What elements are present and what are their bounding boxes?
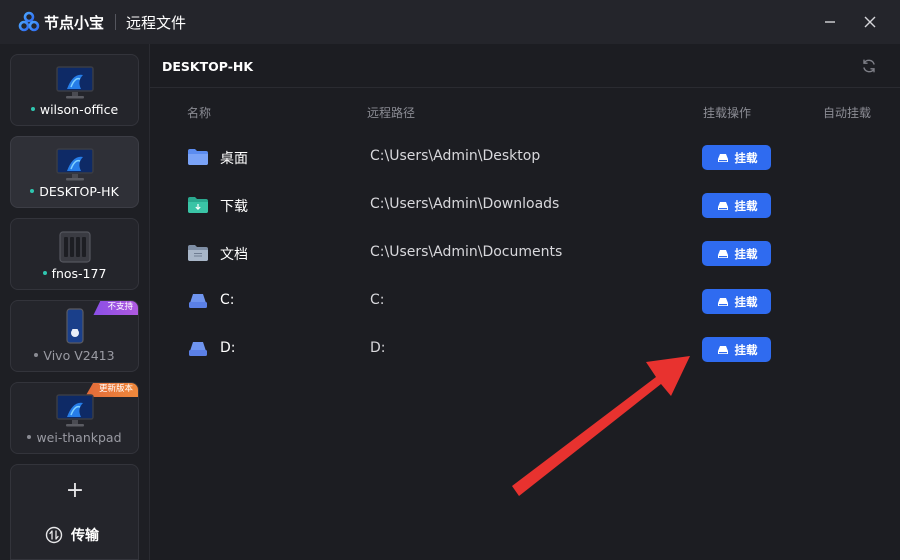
device-label: wei-thankpad — [11, 430, 138, 445]
drive-mount-icon — [717, 153, 728, 162]
app-name: 节点小宝 — [44, 14, 105, 32]
device-card-vivo-v2413[interactable]: 不支持 Vivo V2413 — [10, 300, 139, 372]
drive-mount-icon — [717, 201, 728, 210]
drive-name: D: — [220, 340, 236, 356]
table-row: 桌面 C:\Users\Admin\Desktop 挂载 — [150, 133, 900, 181]
mount-button[interactable]: 挂载 — [702, 193, 771, 218]
minimize-icon — [825, 21, 835, 23]
folder-name: 下载 — [220, 199, 248, 215]
offline-status-dot — [27, 434, 32, 439]
transfer-button[interactable]: 传输 — [45, 525, 99, 545]
mount-button[interactable]: 挂载 — [702, 241, 771, 266]
transfer-icon — [45, 526, 63, 544]
close-button[interactable] — [860, 12, 880, 32]
device-sidebar: wilson-office DESKTOP-HK fnos-177 不支持 Vi… — [0, 44, 150, 560]
table-row: 文档 C:\Users\Admin\Documents 挂载 — [150, 229, 900, 277]
folder-desktop-icon — [188, 149, 208, 165]
minimize-button[interactable] — [820, 12, 840, 32]
drive-mount-icon — [717, 345, 728, 354]
column-header-action: 挂载操作 — [703, 106, 752, 120]
unsupported-badge: 不支持 — [93, 301, 138, 315]
folder-name: 桌面 — [220, 151, 248, 167]
drive-icon — [189, 342, 207, 356]
device-card-wei-thankpad[interactable]: 更新版本 wei-thankpad — [10, 382, 139, 454]
close-icon — [864, 16, 876, 28]
monitor-icon — [56, 66, 94, 99]
panel-header: DESKTOP-HK — [150, 44, 900, 88]
title-divider — [115, 14, 116, 30]
remote-path: C:\Users\Admin\Desktop — [370, 148, 541, 164]
window-title: 远程文件 — [126, 14, 187, 32]
add-device-button[interactable]: + — [65, 480, 85, 502]
column-header-auto-mount: 自动挂载 — [823, 106, 872, 120]
folder-name: 文档 — [220, 247, 248, 263]
device-label: DESKTOP-HK — [11, 184, 138, 199]
remote-path: D: — [370, 340, 386, 356]
drive-mount-icon — [717, 249, 728, 258]
drive-icon — [189, 294, 207, 308]
offline-status-dot — [34, 352, 39, 357]
folder-document-icon — [188, 245, 208, 261]
monitor-icon — [56, 148, 94, 181]
remote-path: C: — [370, 292, 385, 308]
transfer-label: 传输 — [71, 528, 99, 544]
title-bar: 节点小宝 远程文件 — [0, 0, 900, 44]
remote-files-panel: DESKTOP-HK 名称 远程路径 挂载操作 自动挂载 桌面 C:\Users… — [150, 44, 900, 560]
column-header-name: 名称 — [187, 106, 212, 120]
table-row: C: C: 挂载 — [150, 277, 900, 325]
mount-button[interactable]: 挂载 — [702, 145, 771, 170]
remote-path: C:\Users\Admin\Downloads — [370, 196, 560, 212]
mount-button[interactable]: 挂载 — [702, 289, 771, 314]
online-status-dot — [30, 106, 35, 111]
sidebar-bottom-panel: + 传输 — [10, 464, 139, 560]
remote-path: C:\Users\Admin\Documents — [370, 244, 563, 260]
device-label: wilson-office — [11, 102, 138, 117]
drive-mount-icon — [717, 297, 728, 306]
column-header-path: 远程路径 — [367, 106, 416, 120]
online-status-dot — [30, 188, 35, 193]
monitor-icon — [56, 394, 94, 427]
table-row: D: D: 挂载 — [150, 325, 900, 373]
online-status-dot — [42, 270, 47, 275]
refresh-icon[interactable] — [861, 58, 877, 74]
selected-device-title: DESKTOP-HK — [162, 59, 254, 74]
device-card-desktop-hk[interactable]: DESKTOP-HK — [10, 136, 139, 208]
mount-button[interactable]: 挂载 — [702, 337, 771, 362]
nas-icon — [59, 231, 91, 263]
app-logo-icon — [18, 11, 40, 32]
device-label: Vivo V2413 — [11, 348, 138, 363]
device-label: fnos-177 — [11, 266, 138, 281]
phone-icon — [66, 308, 84, 344]
device-card-wilson-office[interactable]: wilson-office — [10, 54, 139, 126]
folder-download-icon — [188, 197, 208, 213]
drive-name: C: — [220, 292, 235, 308]
table-row: 下载 C:\Users\Admin\Downloads 挂载 — [150, 181, 900, 229]
device-card-fnos-177[interactable]: fnos-177 — [10, 218, 139, 290]
